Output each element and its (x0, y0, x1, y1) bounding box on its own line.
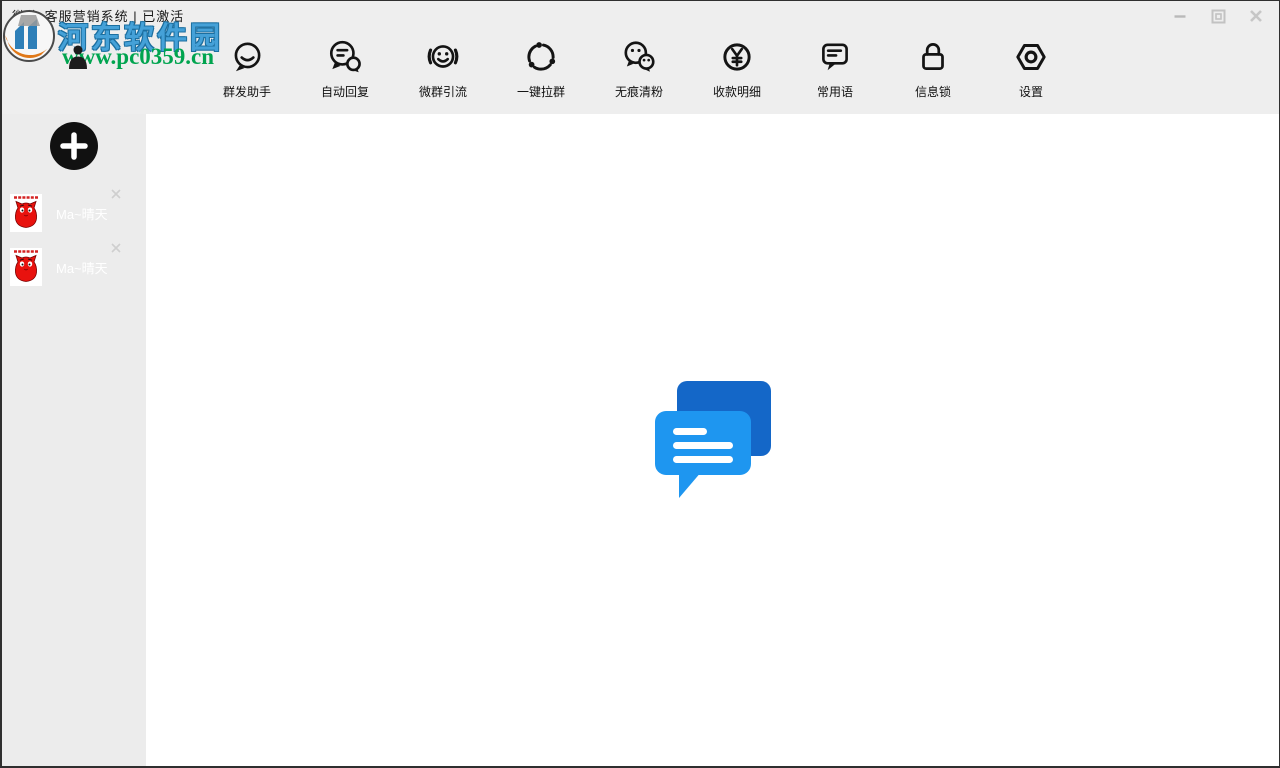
maximize-button[interactable] (1207, 5, 1229, 27)
toolbar-item-label: 群发助手 (223, 83, 271, 100)
account-name: Ma~晴天 (56, 258, 108, 277)
window-title: 微信 客服营销系统 | 已激活 (12, 6, 184, 25)
close-button[interactable] (1245, 5, 1267, 27)
auto-reply-icon (326, 37, 364, 77)
close-icon (1249, 9, 1263, 23)
toolbar-item-pull-group[interactable]: 一键拉群 (492, 29, 590, 114)
maximize-icon (1211, 9, 1226, 24)
account-close-button[interactable] (110, 242, 122, 254)
toolbar-item-label: 一键拉群 (517, 83, 565, 100)
toolbar-item-label: 信息锁 (915, 83, 951, 100)
account-avatar (10, 194, 42, 232)
chat-content-area (146, 114, 1279, 766)
toolbar-item-auto-reply[interactable]: 自动回复 (296, 29, 394, 114)
account-item[interactable]: Ma~晴天 (2, 240, 146, 294)
gear-hex-icon (1012, 37, 1050, 77)
chat-bubble-front (655, 411, 751, 498)
message-lines-icon (816, 37, 854, 77)
yuan-coin-icon (718, 37, 756, 77)
window-controls (1169, 1, 1273, 31)
toolbar-item-settings[interactable]: 设置 (982, 29, 1080, 114)
toolbar-item-label: 设置 (1019, 83, 1043, 100)
toolbar-item-label: 常用语 (817, 83, 853, 100)
account-list: Ma~晴天 Ma~晴天 (2, 186, 146, 294)
toolbar-item-clean-fans[interactable]: 无痕清粉 (590, 29, 688, 114)
close-x-icon (111, 243, 121, 253)
minimize-icon (1173, 9, 1187, 23)
minimize-button[interactable] (1169, 5, 1191, 27)
account-name: Ma~晴天 (56, 204, 108, 223)
toolbar-item-message-lock[interactable]: 信息锁 (884, 29, 982, 114)
account-avatar (10, 248, 42, 286)
toolbar-item-group-send[interactable]: 群发助手 (198, 29, 296, 114)
toolbar-item-payment-details[interactable]: 收款明细 (688, 29, 786, 114)
toolbar-item-label: 无痕清粉 (615, 83, 663, 100)
toolbar-item-label: 微群引流 (419, 83, 467, 100)
chat-smile-icon (228, 37, 266, 77)
close-x-icon (111, 189, 121, 199)
chat-bubbles-placeholder-icon (655, 381, 771, 499)
toolbar-item-label: 收款明细 (713, 83, 761, 100)
padlock-icon (914, 37, 952, 77)
toolbar-item-group-traffic[interactable]: 微群引流 (394, 29, 492, 114)
toolbar: 群发助手 自动回复 (2, 29, 1279, 114)
app-window: 微信 客服营销系统 | 已激活 (0, 0, 1280, 768)
double-face-icon (620, 37, 658, 77)
account-sidebar: Ma~晴天 Ma~晴天 (2, 114, 146, 766)
smiley-waves-icon (424, 37, 462, 77)
add-account-button[interactable] (50, 122, 98, 170)
toolbar-item-common-phrases[interactable]: 常用语 (786, 29, 884, 114)
dotted-circle-icon (522, 37, 560, 77)
toolbar-item-label: 自动回复 (321, 83, 369, 100)
account-item[interactable]: Ma~晴天 (2, 186, 146, 240)
account-close-button[interactable] (110, 188, 122, 200)
title-bar: 微信 客服营销系统 | 已激活 (2, 1, 1279, 29)
